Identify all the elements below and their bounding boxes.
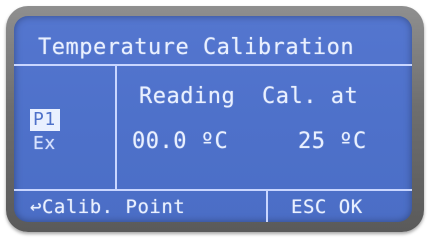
title-divider	[14, 64, 412, 66]
option-p1-selected[interactable]: P1	[30, 109, 60, 131]
lcd-screen: Temperature Calibration P1 Ex Reading Ca…	[14, 16, 412, 222]
calib-point-softkey[interactable]: ↩Calib. Point	[30, 196, 185, 218]
reading-label: Reading	[139, 84, 236, 109]
cal-at-label: Cal. at	[262, 84, 359, 109]
option-ex[interactable]: Ex	[33, 133, 56, 154]
cal-at-value: 25 ºC	[298, 129, 367, 154]
footer-separator	[266, 191, 268, 222]
footer-divider	[14, 189, 412, 191]
left-panel-divider	[115, 64, 117, 191]
reading-value: 00.0 ºC	[132, 129, 229, 154]
esc-ok-softkey[interactable]: ESC OK	[291, 196, 363, 218]
screen-title: Temperature Calibration	[38, 35, 355, 60]
